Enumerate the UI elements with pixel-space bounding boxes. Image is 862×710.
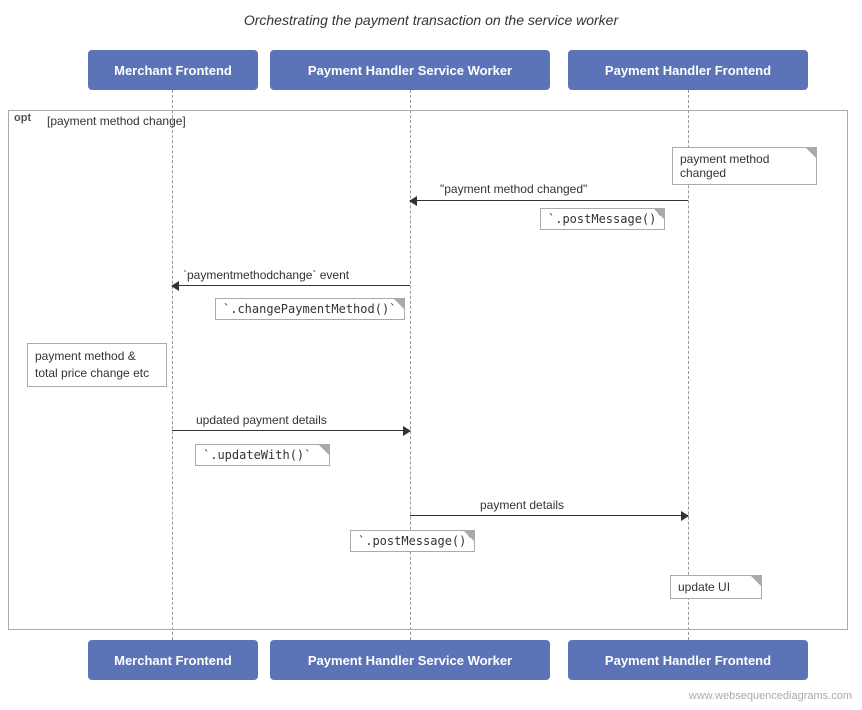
actor-phf-top: Payment Handler Frontend [568, 50, 808, 90]
label-msg3: updated payment details [196, 413, 327, 427]
codebox-changepaymentmethod: `.changePaymentMethod()` [215, 298, 405, 320]
watermark: www.websequencediagrams.com [689, 690, 852, 702]
note-text: payment method changed [680, 152, 769, 180]
actor-sw-top: Payment Handler Service Worker [270, 50, 550, 90]
note-text-3: update UI [678, 580, 730, 594]
diagram: Orchestrating the payment transaction on… [0, 0, 862, 710]
note-payment-method-changed: payment method changed [672, 147, 817, 185]
label-msg1: "payment method changed" [440, 182, 587, 196]
label-msg4: payment details [480, 498, 564, 512]
label-msg2: `paymentmethodchange` event [183, 268, 349, 282]
arrow-msg4 [410, 515, 688, 516]
note-text-2: payment method & total price change etc [35, 349, 149, 380]
arrow-msg3 [172, 430, 410, 431]
arrow-msg1 [410, 200, 688, 201]
codebox-postmessage-1: `.postMessage()` [540, 208, 665, 230]
opt-label: opt [11, 111, 34, 125]
note-update-ui: update UI [670, 575, 762, 599]
diagram-title: Orchestrating the payment transaction on… [0, 0, 862, 38]
actor-sw-bottom: Payment Handler Service Worker [270, 640, 550, 680]
opt-condition: [payment method change] [47, 114, 186, 128]
codebox-updatewith: `.updateWith()` [195, 444, 330, 466]
note-payment-method-total: payment method & total price change etc [27, 343, 167, 387]
actor-merchant-bottom: Merchant Frontend [88, 640, 258, 680]
arrow-msg2 [172, 285, 410, 286]
actor-merchant-top: Merchant Frontend [88, 50, 258, 90]
actor-phf-bottom: Payment Handler Frontend [568, 640, 808, 680]
codebox-postmessage-2: `.postMessage()` [350, 530, 475, 552]
